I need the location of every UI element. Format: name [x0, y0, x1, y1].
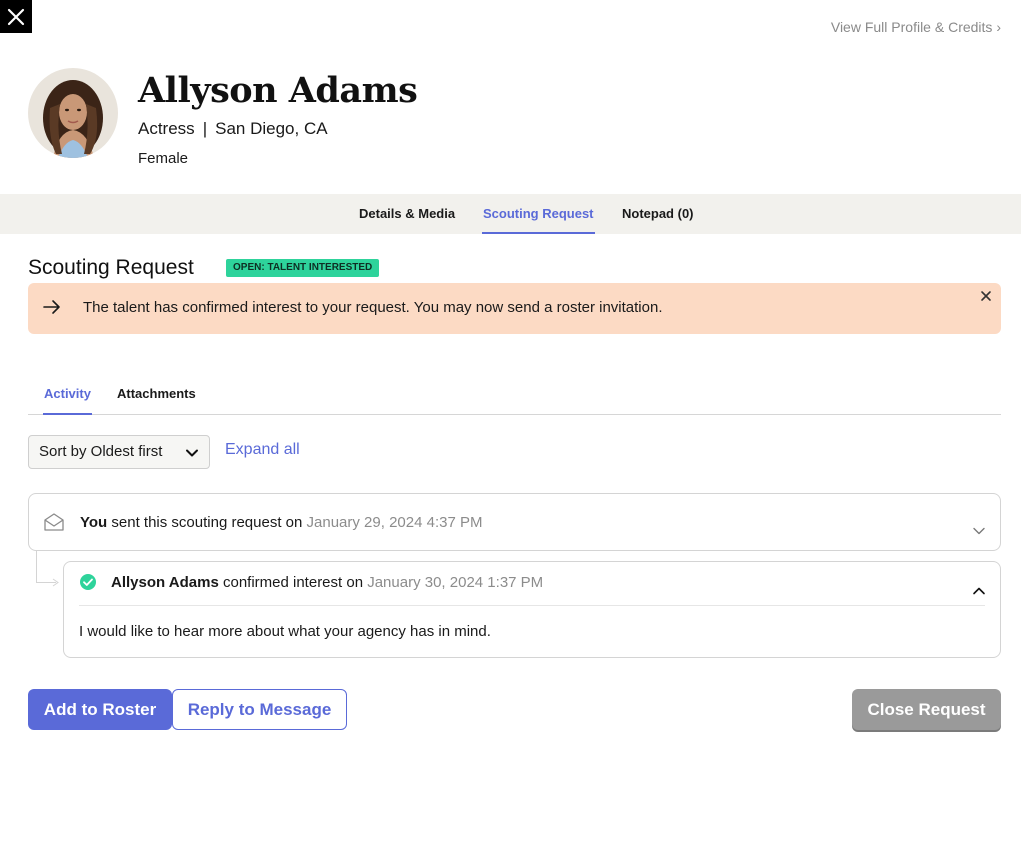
activity-action: sent this scouting request on [107, 514, 307, 531]
tab-attachments[interactable]: Attachments [117, 386, 196, 414]
chevron-down-icon [186, 449, 198, 457]
activity-text: Allyson Adams confirmed interest on Janu… [111, 574, 543, 591]
envelope-open-icon [44, 513, 64, 531]
divider [79, 605, 985, 606]
chevron-down-icon[interactable] [972, 524, 986, 538]
page-title: Scouting Request [28, 256, 194, 279]
activity-item[interactable]: You sent this scouting request on Januar… [28, 493, 1001, 551]
close-icon [7, 8, 25, 25]
activity-date: January 30, 2024 1:37 PM [367, 574, 544, 591]
avatar [28, 68, 118, 158]
avatar-image [28, 68, 118, 158]
profile-tabs: Details & Media Scouting Request Notepad… [0, 194, 1021, 234]
activity-action: confirmed interest on [218, 574, 368, 591]
dismiss-banner-icon[interactable] [979, 289, 993, 303]
talent-role: Actress [138, 119, 195, 138]
activity-tabs: Activity Attachments [28, 378, 1001, 415]
meta-separator: | [202, 119, 208, 138]
talent-gender: Female [138, 150, 189, 167]
talent-location: San Diego, CA [215, 119, 328, 138]
view-full-profile-link[interactable]: View Full Profile & Credits › [831, 19, 1001, 35]
info-banner: The talent has confirmed interest to you… [28, 283, 1001, 334]
reply-to-message-button[interactable]: Reply to Message [172, 689, 347, 730]
expand-all-link[interactable]: Expand all [225, 441, 300, 459]
banner-message: The talent has confirmed interest to you… [83, 299, 663, 316]
activity-actor: Allyson Adams [111, 574, 219, 591]
status-badge: OPEN: TALENT INTERESTED [226, 259, 380, 277]
activity-actor: You [80, 514, 108, 531]
close-panel-button[interactable] [0, 0, 32, 33]
tab-scouting-request[interactable]: Scouting Request [482, 194, 595, 234]
activity-date: January 29, 2024 4:37 PM [306, 514, 483, 531]
activity-item[interactable]: Allyson Adams confirmed interest on Janu… [63, 561, 1001, 658]
chevron-up-icon[interactable] [972, 584, 986, 598]
talent-name: Allyson Adams [138, 70, 418, 111]
activity-text: You sent this scouting request on Januar… [80, 514, 482, 531]
talent-meta: Actress | San Diego, CA [138, 119, 328, 139]
add-to-roster-button[interactable]: Add to Roster [28, 689, 172, 730]
tab-activity[interactable]: Activity [43, 386, 92, 415]
tab-details-media[interactable]: Details & Media [359, 194, 455, 234]
arrow-right-icon [43, 300, 60, 314]
sort-dropdown[interactable]: Sort by Oldest first [28, 435, 210, 469]
check-circle-icon [80, 574, 96, 590]
activity-message: I would like to hear more about what you… [79, 623, 491, 640]
sort-dropdown-value: Sort by Oldest first [39, 443, 163, 460]
close-request-button[interactable]: Close Request [852, 689, 1001, 730]
tab-notepad[interactable]: Notepad (0) [622, 194, 694, 234]
connector-arrow-icon [52, 578, 59, 587]
